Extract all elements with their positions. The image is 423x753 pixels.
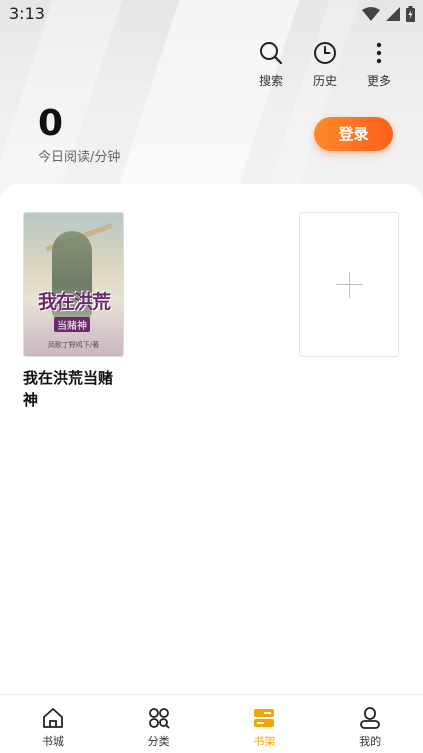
history-icon: [314, 42, 336, 64]
search-label: 搜索: [258, 74, 283, 88]
history-label: 历史: [312, 74, 337, 88]
cover-subtitle: 当赌神: [54, 317, 90, 332]
more-label: 更多: [366, 74, 391, 88]
tab-profile-label: 我的: [359, 735, 382, 748]
home-icon: [42, 708, 63, 728]
category-icon: [148, 708, 170, 729]
more-icon: [376, 42, 382, 64]
status-time: 3:13: [9, 4, 45, 23]
tab-category[interactable]: 分类: [106, 695, 212, 753]
search-button[interactable]: 搜索: [251, 40, 291, 89]
top-actions: 搜索 历史 更多: [251, 40, 399, 89]
reading-stats: 0 今日阅读/分钟: [38, 102, 120, 165]
tab-category-label: 分类: [147, 735, 170, 748]
wifi-icon: [362, 7, 380, 21]
tab-bookshelf-label: 书架: [253, 735, 276, 748]
bookshelf-icon: [254, 709, 275, 727]
cover-author: 凤歌丁野鸡下/著: [47, 341, 100, 349]
tab-bookstore[interactable]: 书城: [0, 695, 106, 753]
bookshelf-panel: 我在洪荒 当赌神 凤歌丁野鸡下/著 我在洪荒当赌神: [0, 184, 423, 696]
plus-icon: [337, 284, 363, 285]
history-button[interactable]: 历史: [305, 40, 345, 89]
more-button[interactable]: 更多: [359, 40, 399, 89]
search-icon: [260, 42, 283, 65]
reading-caption: 今日阅读/分钟: [38, 150, 121, 165]
signal-icon: [386, 7, 400, 21]
add-book-button[interactable]: [299, 212, 399, 357]
login-button[interactable]: 登录: [314, 117, 393, 151]
book-cover[interactable]: 我在洪荒 当赌神 凤歌丁野鸡下/著: [23, 212, 124, 357]
cover-title: 我在洪荒: [37, 291, 111, 313]
book-item[interactable]: 我在洪荒 当赌神 凤歌丁野鸡下/著 我在洪荒当赌神: [23, 212, 124, 411]
bottom-nav: 书城 分类 书架 我的: [0, 694, 423, 753]
reading-minutes: 0: [38, 103, 64, 144]
tab-bookstore-label: 书城: [41, 735, 64, 748]
tab-profile[interactable]: 我的: [317, 695, 423, 753]
book-title[interactable]: 我在洪荒当赌神: [23, 367, 123, 411]
battery-icon: [406, 6, 415, 22]
profile-icon: [360, 707, 381, 729]
tab-bookshelf[interactable]: 书架: [212, 695, 318, 753]
status-bar: 3:13: [0, 0, 423, 28]
